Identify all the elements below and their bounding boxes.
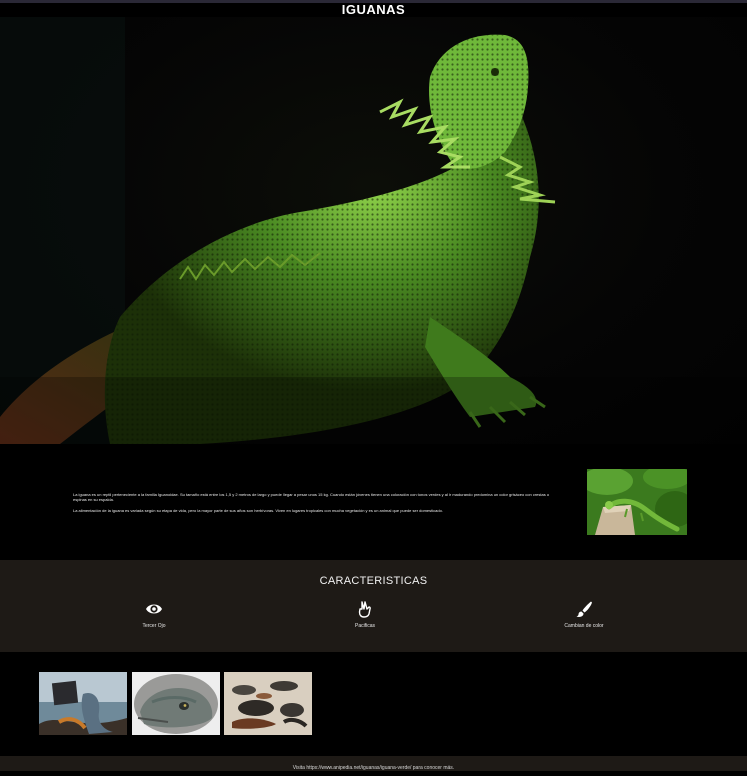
intro-paragraph: La alimentación de la iguana es variada … xyxy=(73,507,443,513)
photo-gallery xyxy=(0,652,747,756)
page-title: IGUANAS xyxy=(341,2,406,17)
feature-pacificas: Pacificas xyxy=(305,600,425,629)
page-header: IGUANAS xyxy=(0,3,747,17)
bearded-lizard-photo xyxy=(0,17,747,444)
green-iguana-on-stump-photo xyxy=(587,469,687,535)
iguana-head-closeup-photo[interactable] xyxy=(132,672,220,735)
iguana-on-rock-by-sea-photo[interactable] xyxy=(39,672,127,735)
page-footer: Visita https://www.anipedia.net/iguanas/… xyxy=(0,756,747,771)
marine-iguanas-on-beach-photo[interactable] xyxy=(224,672,312,735)
eye-icon xyxy=(146,604,162,614)
features-section: CARACTERISTICAS Tercer Ojo Pacificas Cam… xyxy=(0,560,747,652)
feature-label: Cambian de color xyxy=(564,623,604,629)
paint-brush-icon xyxy=(576,601,592,617)
intro-paragraph: La iguana es un reptil perteneciente a l… xyxy=(73,492,550,503)
intro-section: La iguana es un reptil perteneciente a l… xyxy=(0,444,747,560)
feature-label: Tercer Ojo xyxy=(142,623,166,629)
peace-hand-icon xyxy=(358,601,371,618)
intro-text: La iguana es un reptil perteneciente a l… xyxy=(73,492,553,518)
hero-image xyxy=(0,17,747,444)
feature-label: Pacificas xyxy=(354,623,375,629)
feature-tercer-ojo: Tercer Ojo xyxy=(94,600,214,629)
footer-text: Visita https://www.anipedia.net/iguanas/… xyxy=(292,765,455,771)
features-title: CARACTERISTICAS xyxy=(319,575,428,587)
feature-cambian-de-color: Cambian de color xyxy=(524,600,644,629)
